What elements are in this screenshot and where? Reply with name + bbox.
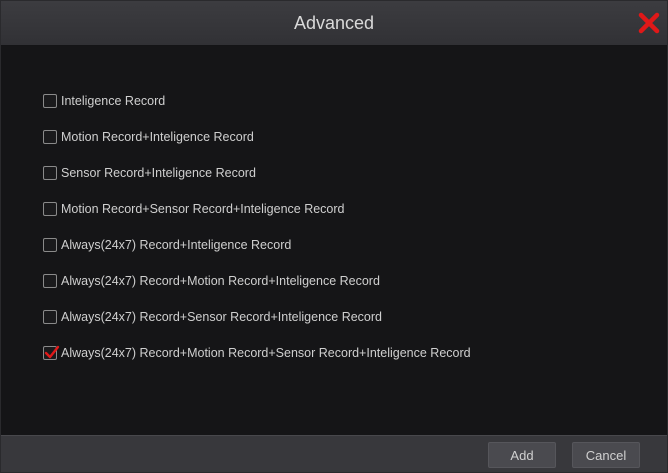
add-button[interactable]: Add [488, 442, 556, 468]
option-label: Motion Record+Inteligence Record [61, 130, 254, 144]
checkbox[interactable] [43, 94, 57, 108]
option-inteligence-record[interactable]: Inteligence Record [43, 92, 165, 110]
checkbox[interactable] [43, 310, 57, 324]
advanced-dialog: Advanced Inteligence Record Motion Recor… [0, 0, 668, 473]
option-label: Always(24x7) Record+Motion Record+Sensor… [61, 346, 471, 360]
option-always-inteligence[interactable]: Always(24x7) Record+Inteligence Record [43, 236, 291, 254]
option-label: Always(24x7) Record+Sensor Record+Inteli… [61, 310, 382, 324]
checkbox[interactable] [43, 274, 57, 288]
checkbox[interactable] [43, 166, 57, 180]
checkbox[interactable] [43, 202, 57, 216]
option-label: Always(24x7) Record+Motion Record+Inteli… [61, 274, 380, 288]
title-bar: Advanced [1, 1, 667, 46]
option-always-motion-inteligence[interactable]: Always(24x7) Record+Motion Record+Inteli… [43, 272, 380, 290]
checkbox-checked[interactable] [43, 345, 60, 360]
option-label: Inteligence Record [61, 94, 166, 108]
option-label: Sensor Record+Inteligence Record [61, 166, 256, 180]
option-label: Always(24x7) Record+Inteligence Record [61, 238, 292, 252]
option-always-motion-sensor-inteligence[interactable]: Always(24x7) Record+Motion Record+Sensor… [43, 344, 471, 362]
dialog-footer: Add Cancel [1, 435, 667, 472]
option-sensor-inteligence[interactable]: Sensor Record+Inteligence Record [43, 164, 256, 182]
close-icon[interactable] [637, 11, 661, 35]
option-motion-sensor-inteligence[interactable]: Motion Record+Sensor Record+Inteligence … [43, 200, 345, 218]
checkmark-icon [44, 345, 60, 359]
dialog-title: Advanced [293, 13, 375, 33]
option-label: Motion Record+Sensor Record+Inteligence … [61, 202, 345, 216]
record-options-panel: Inteligence Record Motion Record+Intelig… [1, 46, 667, 436]
option-always-sensor-inteligence[interactable]: Always(24x7) Record+Sensor Record+Inteli… [43, 308, 382, 326]
checkbox[interactable] [43, 130, 57, 144]
option-motion-inteligence[interactable]: Motion Record+Inteligence Record [43, 128, 254, 146]
checkbox[interactable] [43, 238, 57, 252]
cancel-button[interactable]: Cancel [572, 442, 640, 468]
